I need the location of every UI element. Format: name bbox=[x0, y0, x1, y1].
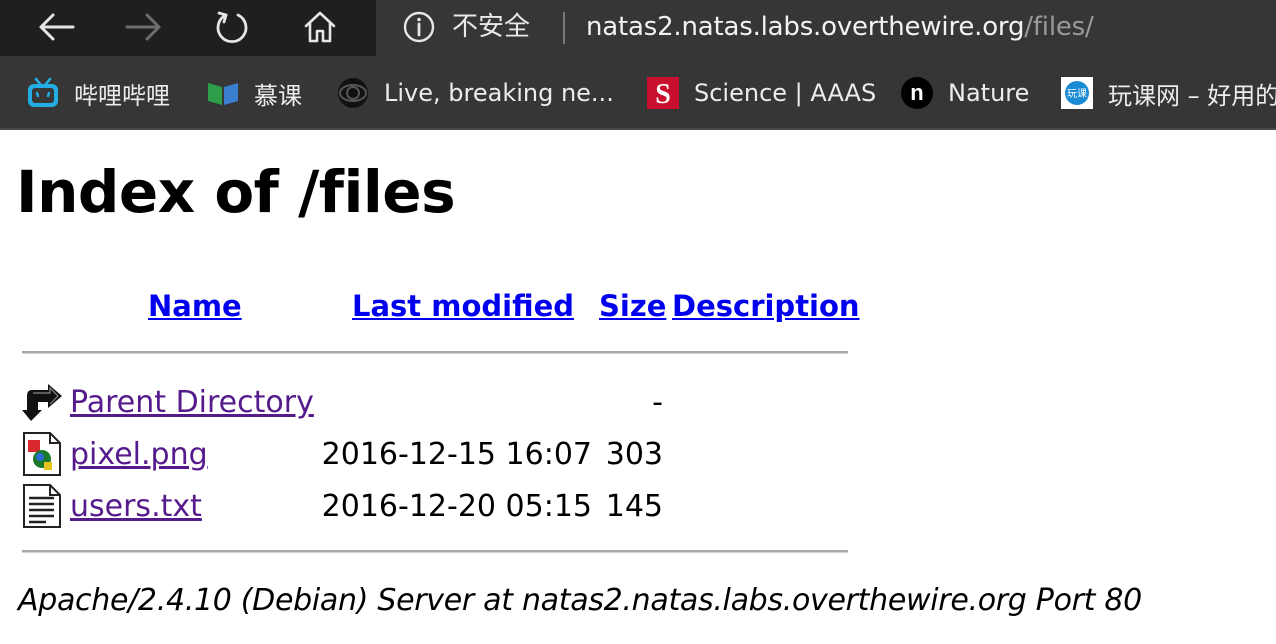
security-label[interactable]: 不安全 bbox=[452, 10, 530, 44]
svg-text:玩课: 玩课 bbox=[1067, 88, 1087, 100]
column-header-name[interactable]: Name bbox=[148, 286, 242, 326]
link-pixel-png[interactable]: pixel.png bbox=[70, 435, 208, 475]
back-arrow-icon bbox=[22, 384, 62, 421]
address-divider bbox=[563, 12, 565, 44]
bookmark-label: 玩课网 – 好用的 bbox=[1108, 81, 1276, 110]
server-signature: Apache/2.4.10 (Debian) Server at natas2.… bbox=[18, 583, 1142, 618]
wanke-icon: 玩课 bbox=[1060, 76, 1094, 110]
cell-size: 303 bbox=[605, 437, 663, 472]
url-path: /files/ bbox=[1024, 12, 1094, 42]
link-parent-directory[interactable]: Parent Directory bbox=[70, 383, 314, 423]
refresh-button[interactable] bbox=[210, 6, 254, 48]
back-button[interactable] bbox=[34, 6, 78, 48]
bookmark-label: Nature bbox=[948, 79, 1030, 107]
bookmark-wanke[interactable]: 玩课 玩课网 – 好用的 bbox=[1060, 74, 1276, 112]
bookmark-label: Science | AAAS bbox=[694, 79, 877, 107]
bookmark-label: 哔哩哔哩 bbox=[74, 81, 170, 110]
text-file-icon bbox=[23, 484, 61, 528]
page-title: Index of /files bbox=[16, 158, 456, 226]
cell-size: - bbox=[652, 385, 663, 420]
url-text[interactable]: natas2.natas.labs.overthewire.org/files/ bbox=[586, 10, 1094, 44]
column-header-description[interactable]: Description bbox=[672, 286, 860, 326]
home-button[interactable] bbox=[298, 6, 342, 48]
bookmark-label: 慕课 bbox=[254, 81, 302, 110]
bookmark-mooc[interactable]: 慕课 bbox=[206, 74, 302, 112]
cell-last-modified: 2016-12-20 05:15 bbox=[321, 489, 592, 524]
cell-last-modified: 2016-12-15 16:07 bbox=[321, 437, 592, 472]
link-users-txt[interactable]: users.txt bbox=[70, 487, 202, 527]
nature-n-icon: n bbox=[900, 76, 934, 110]
refresh-icon bbox=[216, 11, 248, 43]
address-bar[interactable]: 不安全 natas2.natas.labs.overthewire.org/fi… bbox=[376, 0, 1276, 56]
cbs-eye-icon bbox=[336, 76, 370, 110]
science-s-icon: S bbox=[646, 76, 680, 110]
bookmarks-bar: 哔哩哔哩 慕课 Live, breaking ne... S Science |… bbox=[0, 56, 1276, 130]
column-header-last-modified[interactable]: Last modified bbox=[352, 286, 574, 326]
column-header-size[interactable]: Size bbox=[599, 286, 666, 326]
bookmark-cbs-news[interactable]: Live, breaking ne... bbox=[336, 74, 614, 112]
home-icon bbox=[304, 11, 336, 43]
info-icon[interactable] bbox=[402, 10, 436, 44]
browser-toolbar: 不安全 natas2.natas.labs.overthewire.org/fi… bbox=[0, 0, 1276, 56]
bookmark-nature[interactable]: n Nature bbox=[900, 74, 1029, 112]
mooc-icon bbox=[206, 76, 240, 110]
svg-text:S: S bbox=[655, 79, 671, 109]
bilibili-icon bbox=[26, 76, 60, 110]
divider-bottom bbox=[22, 550, 848, 553]
forward-arrow-icon bbox=[125, 13, 161, 41]
divider-top bbox=[22, 351, 848, 354]
back-arrow-icon bbox=[39, 13, 75, 41]
bookmark-science[interactable]: S Science | AAAS bbox=[646, 74, 876, 112]
url-host: natas2.natas.labs.overthewire.org bbox=[586, 12, 1025, 42]
bookmark-bilibili[interactable]: 哔哩哔哩 bbox=[26, 74, 170, 112]
bookmark-label: Live, breaking ne... bbox=[384, 79, 614, 107]
cell-size: 145 bbox=[605, 489, 663, 524]
image-file-icon bbox=[23, 432, 61, 476]
svg-text:n: n bbox=[910, 80, 923, 105]
forward-button[interactable] bbox=[122, 6, 166, 48]
